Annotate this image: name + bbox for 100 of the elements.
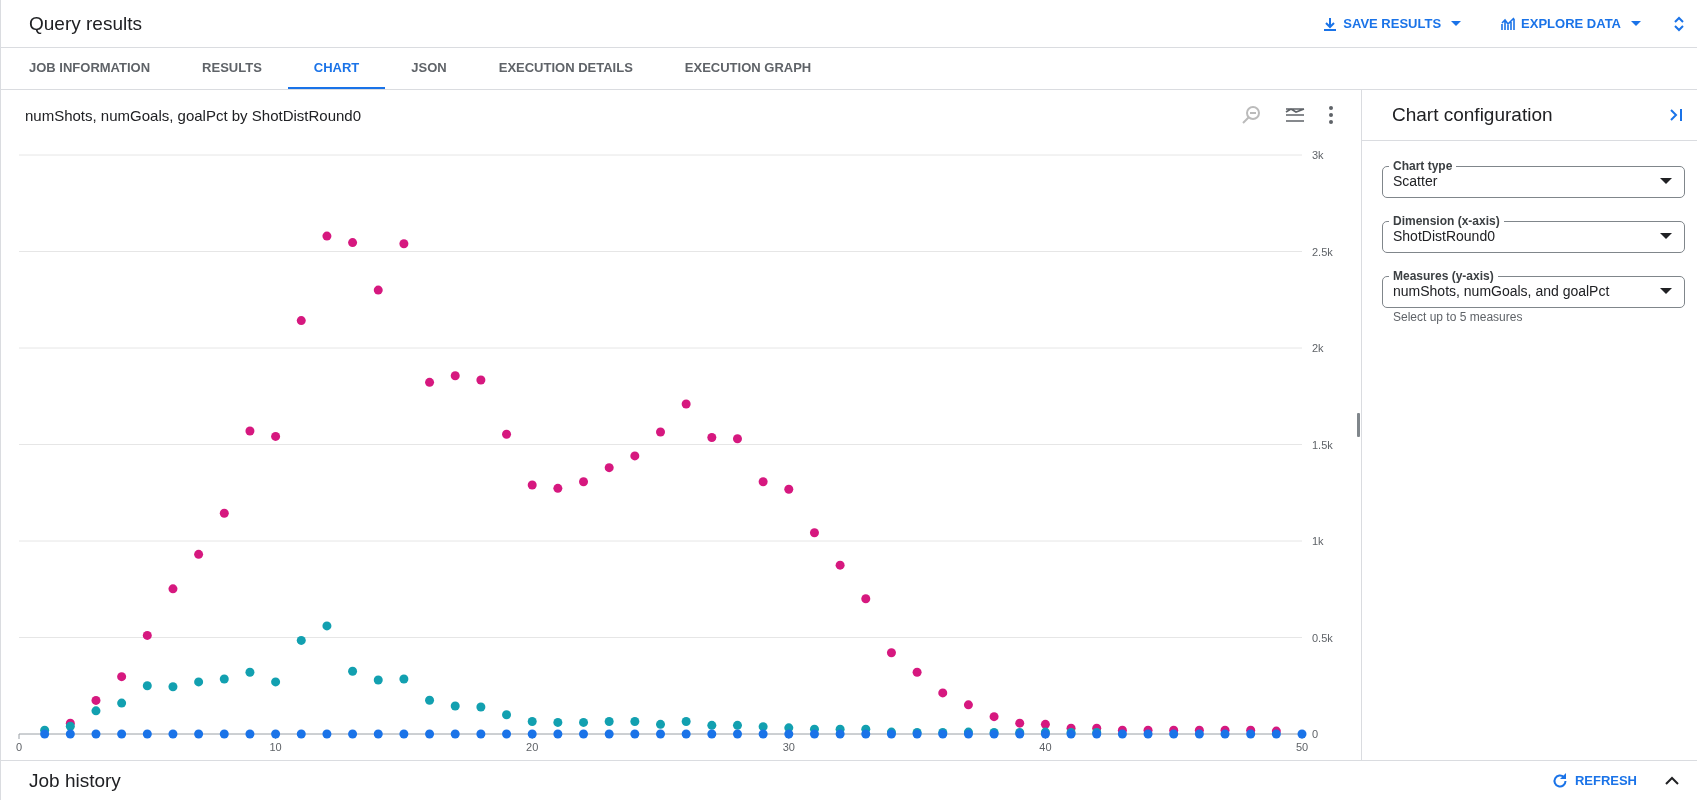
data-point — [194, 677, 204, 687]
caret-icon — [1660, 233, 1672, 239]
data-point — [271, 677, 281, 687]
data-point — [835, 560, 845, 570]
data-point — [450, 701, 460, 711]
legend-icon[interactable] — [1285, 107, 1305, 123]
data-point — [476, 702, 486, 712]
data-point — [322, 231, 332, 241]
data-point — [40, 729, 50, 739]
data-point — [502, 710, 512, 720]
dropdown-field[interactable]: Measures (y-axis) numShots, numGoals, and goalPct — [1382, 269, 1685, 308]
data-point — [117, 698, 127, 708]
explore-data-button[interactable]: EXPLORE DATA — [1495, 12, 1647, 35]
y-tick-label: 2k — [1312, 342, 1324, 354]
data-point — [527, 480, 537, 490]
data-point — [758, 729, 768, 739]
data-point — [707, 433, 717, 443]
data-point — [527, 729, 537, 739]
data-point — [91, 729, 101, 739]
y-tick-label: 1.5k — [1312, 438, 1333, 451]
data-point — [630, 729, 640, 739]
dropdown-field[interactable]: Dimension (x-axis) ShotDistRound0 — [1382, 214, 1685, 253]
tab[interactable]: EXECUTION DETAILS — [472, 48, 659, 89]
download-icon — [1323, 16, 1338, 31]
data-point — [784, 729, 794, 739]
tab[interactable]: RESULTS — [176, 48, 288, 89]
data-point — [450, 729, 460, 739]
data-point — [450, 371, 460, 381]
save-results-button[interactable]: SAVE RESULTS — [1317, 12, 1468, 35]
data-point — [271, 431, 281, 441]
data-point — [348, 238, 358, 248]
data-point — [963, 700, 973, 710]
data-point — [399, 729, 409, 739]
data-point — [142, 681, 152, 691]
data-point — [553, 483, 563, 493]
more-icon[interactable] — [1329, 106, 1333, 124]
data-point — [476, 375, 486, 385]
data-point — [322, 621, 332, 631]
data-point — [553, 729, 563, 739]
data-point — [553, 717, 563, 727]
data-point — [399, 239, 409, 249]
refresh-button[interactable]: REFRESH — [1546, 767, 1641, 794]
data-point — [65, 729, 75, 739]
resize-handle[interactable] — [1357, 413, 1360, 437]
data-point — [425, 695, 435, 705]
data-point — [1015, 718, 1025, 728]
data-point — [117, 729, 127, 739]
data-point — [219, 729, 229, 739]
collapse-panel-icon[interactable] — [1669, 108, 1683, 122]
data-point — [630, 451, 640, 461]
data-point — [912, 667, 922, 677]
data-point — [373, 729, 383, 739]
chevron-up-icon[interactable] — [1665, 775, 1679, 786]
data-point — [219, 674, 229, 684]
data-point — [425, 729, 435, 739]
bar-chart-icon — [1501, 16, 1516, 31]
y-tick-label: 0 — [1312, 728, 1319, 740]
chart-title: numShots, numGoals, goalPct by ShotDistRound0 — [25, 106, 362, 124]
y-tick-label: 2.5k — [1312, 245, 1333, 258]
data-point — [168, 729, 178, 739]
tab[interactable]: CHART — [287, 48, 386, 89]
panel-title: Chart configuration — [1392, 104, 1553, 126]
data-point — [1194, 729, 1204, 739]
tab[interactable]: JSON — [385, 48, 473, 89]
data-point — [1246, 729, 1256, 739]
data-point — [938, 688, 948, 698]
data-point — [707, 720, 717, 730]
data-point — [733, 729, 742, 739]
expand-icon[interactable] — [1673, 14, 1685, 33]
data-point — [733, 720, 742, 730]
data-point — [91, 706, 101, 716]
x-tick-label: 20 — [526, 741, 539, 752]
data-point — [194, 549, 204, 559]
data-point — [1143, 729, 1153, 739]
data-point — [630, 716, 640, 726]
dropdown-field[interactable]: Chart type Scatter — [1382, 159, 1685, 198]
data-point — [861, 729, 871, 739]
caret-icon — [1631, 20, 1641, 27]
tab[interactable]: EXECUTION GRAPH — [658, 48, 838, 89]
data-point — [1117, 729, 1127, 739]
refresh-icon — [1550, 771, 1569, 790]
data-point — [425, 377, 435, 387]
data-point — [399, 674, 409, 684]
data-point — [296, 729, 306, 739]
helper-text: Select up to 5 measures — [1392, 310, 1524, 324]
data-point — [604, 716, 614, 726]
data-point — [142, 630, 152, 640]
data-point — [245, 426, 255, 436]
data-point — [758, 722, 768, 732]
data-point — [1169, 729, 1179, 739]
tab[interactable]: JOB INFORMATION — [3, 48, 177, 89]
data-point — [194, 729, 204, 739]
data-point — [861, 594, 871, 604]
data-point — [117, 672, 127, 682]
data-point — [245, 667, 255, 677]
x-tick-label: 0 — [15, 741, 23, 752]
data-point — [681, 399, 691, 409]
caret-icon — [1660, 288, 1672, 294]
data-point — [886, 648, 896, 658]
section-title: Job history — [29, 769, 122, 792]
